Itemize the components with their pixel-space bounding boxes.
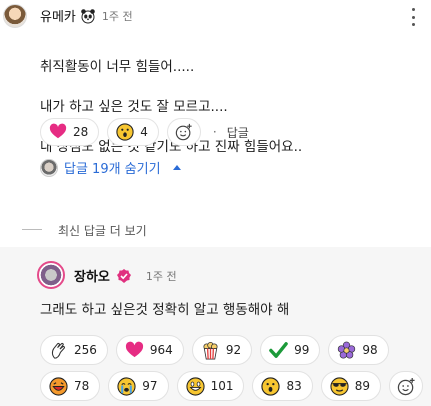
reply-reactions-row: 256 964 92 99 98 — [40, 335, 389, 365]
more-options-icon[interactable] — [406, 8, 420, 26]
avatar[interactable] — [37, 261, 65, 289]
reaction-count: 78 — [74, 379, 90, 393]
heart-icon — [49, 123, 67, 139]
author-name[interactable]: 장하오 — [74, 266, 110, 285]
reaction-surprised[interactable]: 83 — [252, 371, 313, 401]
reply-header: 장하오 1주 전 — [74, 266, 177, 285]
reaction-count: 4 — [140, 125, 148, 139]
reply: 장하오 1주 전 그래도 하고 싶은것 정확히 알고 행동해야 해 256 96… — [0, 247, 431, 406]
reaction-count: 101 — [210, 379, 234, 393]
verified-badge-icon — [116, 268, 131, 283]
reaction-count: 97 — [142, 379, 158, 393]
comment-line: 내가 하고 싶은 것도 잘 모르고.... — [40, 99, 228, 115]
avatar — [40, 158, 58, 177]
load-newest-replies-button[interactable]: 최신 답글 더 보기 — [58, 222, 147, 239]
reaction-check[interactable]: 99 — [260, 335, 321, 365]
reaction-popcorn[interactable]: 92 — [191, 335, 253, 365]
add-emoji-icon — [397, 377, 415, 395]
caret-up-icon — [172, 165, 181, 170]
reaction-count: 98 — [362, 343, 378, 357]
checkmark-icon — [269, 341, 288, 358]
reaction-heart[interactable]: 964 — [115, 335, 184, 365]
reaction-count: 28 — [73, 125, 89, 139]
reaction-sunglasses[interactable]: 89 — [320, 371, 382, 401]
reaction-count: 92 — [225, 343, 242, 357]
reaction-count: 99 — [294, 343, 310, 357]
surprised-face-icon — [116, 123, 134, 141]
grinning-face-icon — [185, 376, 205, 396]
reaction-clap[interactable]: 256 — [40, 335, 108, 365]
clap-icon — [51, 342, 65, 359]
reaction-grinning[interactable]: 101 — [176, 371, 245, 401]
reply-body: 그래도 하고 싶은것 정확히 알고 행동해야 해 — [40, 302, 290, 318]
comment-header: 유메카 1주 전 — [40, 6, 133, 25]
avatar[interactable] — [3, 4, 27, 28]
laughing-face-icon — [49, 376, 68, 396]
reaction-heart[interactable]: 28 — [40, 118, 100, 146]
crying-face-icon — [117, 376, 136, 396]
reply-reactions-row: 78 97 101 83 89 — [40, 371, 424, 401]
reaction-count: 89 — [354, 379, 371, 393]
surprised-face-icon — [261, 376, 281, 396]
comment-body: 취직활동이 너무 힘들어..... 내가 하고 싶은 것도 잘 모르고.... … — [40, 37, 302, 177]
add-emoji-icon — [175, 123, 192, 141]
reaction-laughing[interactable]: 78 — [40, 371, 101, 401]
popcorn-icon — [203, 341, 218, 359]
separator-dot: · — [212, 125, 217, 139]
panda-icon — [81, 8, 95, 23]
add-reaction-button[interactable] — [166, 118, 201, 146]
reaction-crying[interactable]: 97 — [108, 371, 169, 401]
hide-replies-toggle[interactable]: 답글 19개 숨기기 — [40, 158, 181, 177]
heart-icon — [125, 341, 144, 357]
reaction-surprised[interactable]: 4 — [107, 118, 159, 146]
sunglasses-face-icon — [330, 376, 349, 396]
author-name[interactable]: 유메카 — [40, 6, 76, 25]
reply-time: 1주 전 — [145, 269, 177, 283]
hide-replies-label: 답글 19개 숨기기 — [64, 162, 161, 177]
reaction-count: 964 — [149, 343, 173, 357]
reaction-count: 256 — [74, 343, 97, 357]
comment-line: 취직활동이 너무 힘들어..... — [40, 59, 195, 75]
flower-icon — [338, 341, 356, 359]
reaction-count: 83 — [286, 379, 302, 393]
comment: 유메카 1주 전 취직활동이 너무 힘들어..... 내가 하고 싶은 것도 잘… — [0, 0, 431, 200]
reaction-flower[interactable]: 98 — [328, 335, 389, 365]
add-reaction-button[interactable] — [389, 371, 424, 401]
comment-time: 1주 전 — [101, 9, 133, 23]
divider — [22, 229, 42, 230]
reply-button[interactable]: 답글 — [227, 124, 249, 141]
comment-reactions: 28 4 · 답글 — [40, 118, 249, 146]
